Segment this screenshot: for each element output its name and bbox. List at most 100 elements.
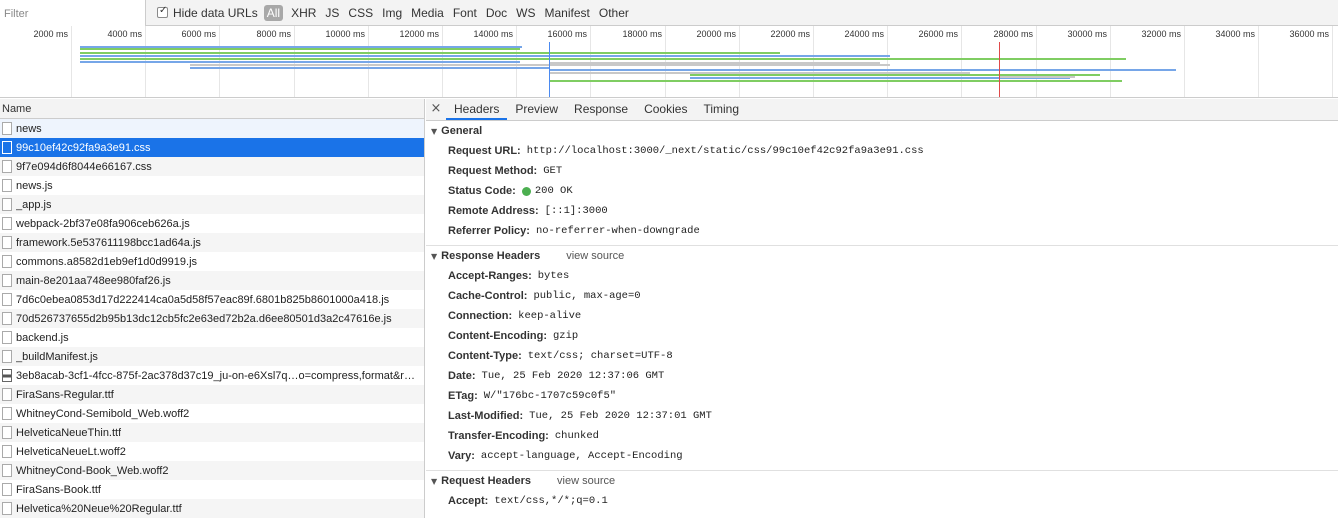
general-field-row: Request Method: GET (426, 161, 1338, 181)
hide-data-urls-checkbox[interactable] (157, 5, 168, 18)
request-name: 7d6c0ebea0853d17d222414ca0a5d58f57eac89f… (16, 293, 390, 306)
request-row[interactable]: HelveticaNeueThin.ttf (0, 423, 424, 442)
request-name: 99c10ef42c92fa9a3e91.css (16, 141, 151, 154)
response-header-key: Content-Encoding: (448, 330, 547, 342)
request-row[interactable]: _buildManifest.js (0, 347, 424, 366)
tab-preview[interactable]: Preview (507, 102, 566, 120)
tab-cookies[interactable]: Cookies (636, 102, 695, 120)
timeline-request-bar (80, 61, 520, 63)
request-details-panel: × Headers Preview Response Cookies Timin… (426, 99, 1338, 518)
response-header-row: Content-Encoding: gzip (426, 326, 1338, 346)
response-headers-view-source-link[interactable]: view source (566, 250, 624, 262)
request-row[interactable]: HelveticaNeueLt.woff2 (0, 442, 424, 461)
filter-type-xhr[interactable]: XHR (291, 5, 316, 21)
request-row[interactable]: 3eb8acab-3cf1-4fcc-875f-2ac378d37c19_ju-… (0, 366, 424, 385)
response-header-value: W/"176bc-1707c59c0f5" (483, 390, 617, 402)
request-row[interactable]: framework.5e537611198bcc1ad64a.js (0, 233, 424, 252)
document-icon (2, 236, 12, 249)
general-field-key: Request URL: (448, 145, 521, 157)
timeline-request-bar (80, 55, 890, 57)
timeline-tick-label: 8000 ms (256, 29, 291, 39)
general-field-key: Remote Address: (448, 205, 539, 217)
request-headers-view-source-link[interactable]: view source (557, 475, 615, 487)
request-row[interactable]: Helvetica%20Neue%20Regular.ttf (0, 499, 424, 518)
general-section: ▼ General Request URL: http://localhost:3… (426, 121, 1338, 246)
timeline-request-bar (80, 58, 1126, 60)
request-row[interactable]: FiraSans-Regular.ttf (0, 385, 424, 404)
timeline-tick-label: 34000 ms (1215, 29, 1255, 39)
general-field-row: Request URL: http://localhost:3000/_next/… (426, 141, 1338, 161)
request-row[interactable]: FiraSans-Book.ttf (0, 480, 424, 499)
filter-type-ws[interactable]: WS (516, 5, 535, 21)
general-field-key: Referrer Policy: (448, 225, 530, 237)
filter-type-img[interactable]: Img (382, 5, 402, 21)
request-row[interactable]: 70d526737655d2b95b13dc12cb5fc2e63ed72b2a… (0, 309, 424, 328)
general-section-header[interactable]: ▼ General (426, 121, 1338, 141)
document-icon (2, 141, 12, 154)
general-field-key: Status Code: (448, 185, 516, 197)
request-name: backend.js (16, 331, 69, 344)
filter-type-css[interactable]: CSS (348, 5, 373, 21)
document-icon (2, 464, 12, 477)
request-headers-section-header[interactable]: ▼ Request Headers view source (426, 471, 1338, 491)
tab-timing[interactable]: Timing (695, 102, 747, 120)
filter-type-all[interactable]: All (263, 4, 284, 21)
timeline-tick-label: 26000 ms (918, 29, 958, 39)
hide-data-urls-toggle[interactable]: Hide data URLs (157, 5, 258, 20)
timeline-gridline (887, 26, 888, 97)
network-filter-bar: Hide data URLs All XHR JS CSS Img Media … (0, 0, 1338, 26)
request-name: webpack-2bf37e08fa906ceb626a.js (16, 217, 190, 230)
request-row[interactable]: news (0, 119, 424, 138)
response-header-row: Accept-Ranges: bytes (426, 266, 1338, 286)
request-row[interactable]: backend.js (0, 328, 424, 347)
hide-data-urls-label: Hide data URLs (173, 5, 258, 20)
request-name: WhitneyCond-Semibold_Web.woff2 (16, 407, 190, 420)
request-row[interactable]: main-8e201aa748ee980faf26.js (0, 271, 424, 290)
request-row[interactable]: commons.a8582d1eb9ef1d0d9919.js (0, 252, 424, 271)
name-column-header[interactable]: Name (0, 99, 424, 119)
request-name: framework.5e537611198bcc1ad64a.js (16, 236, 201, 249)
document-icon (2, 122, 12, 135)
timeline-gridline (1332, 26, 1333, 97)
response-header-row: Transfer-Encoding: chunked (426, 426, 1338, 446)
request-name: _buildManifest.js (16, 350, 98, 363)
filter-type-doc[interactable]: Doc (486, 5, 507, 21)
response-header-key: Connection: (448, 310, 513, 322)
timeline-request-bar (80, 52, 780, 54)
request-row[interactable]: webpack-2bf37e08fa906ceb626a.js (0, 214, 424, 233)
tab-headers[interactable]: Headers (446, 102, 508, 120)
filter-input[interactable] (0, 0, 146, 26)
filter-type-js[interactable]: JS (325, 5, 339, 21)
document-icon (2, 160, 12, 173)
request-row[interactable]: news.js (0, 176, 424, 195)
expand-triangle-icon: ▼ (431, 476, 438, 486)
filter-type-manifest[interactable]: Manifest (545, 5, 590, 21)
dom-content-loaded-marker (549, 42, 550, 97)
filter-type-media[interactable]: Media (411, 5, 444, 21)
filter-type-font[interactable]: Font (453, 5, 477, 21)
request-name: main-8e201aa748ee980faf26.js (16, 274, 171, 287)
request-name: HelveticaNeueThin.ttf (16, 426, 122, 439)
response-header-key: Content-Type: (448, 350, 522, 362)
request-name: WhitneyCond-Book_Web.woff2 (16, 464, 169, 477)
response-header-key: Accept-Ranges: (448, 270, 532, 282)
response-headers-section-header[interactable]: ▼ Response Headers view source (426, 246, 1338, 266)
timeline-tick-label: 6000 ms (181, 29, 216, 39)
filter-type-other[interactable]: Other (599, 5, 629, 21)
close-icon[interactable]: × (426, 101, 446, 120)
request-row[interactable]: 7d6c0ebea0853d17d222414ca0a5d58f57eac89f… (0, 290, 424, 309)
request-row[interactable]: 99c10ef42c92fa9a3e91.css (0, 138, 424, 157)
response-header-value: chunked (554, 430, 599, 442)
timeline-gridline (1184, 26, 1185, 97)
document-icon (2, 198, 12, 211)
request-row[interactable]: _app.js (0, 195, 424, 214)
request-row[interactable]: WhitneyCond-Semibold_Web.woff2 (0, 404, 424, 423)
response-header-value: text/css; charset=UTF-8 (527, 350, 673, 362)
tab-response[interactable]: Response (566, 102, 636, 120)
timeline-gridline (961, 26, 962, 97)
request-row[interactable]: 9f7e094d6f8044e66167.css (0, 157, 424, 176)
timeline-tick-label: 24000 ms (844, 29, 884, 39)
network-overview-timeline[interactable]: 2000 ms 4000 ms 6000 ms 8000 ms 10000 ms 1200… (0, 26, 1338, 98)
general-field-key: Request Method: (448, 165, 538, 177)
request-row[interactable]: WhitneyCond-Book_Web.woff2 (0, 461, 424, 480)
